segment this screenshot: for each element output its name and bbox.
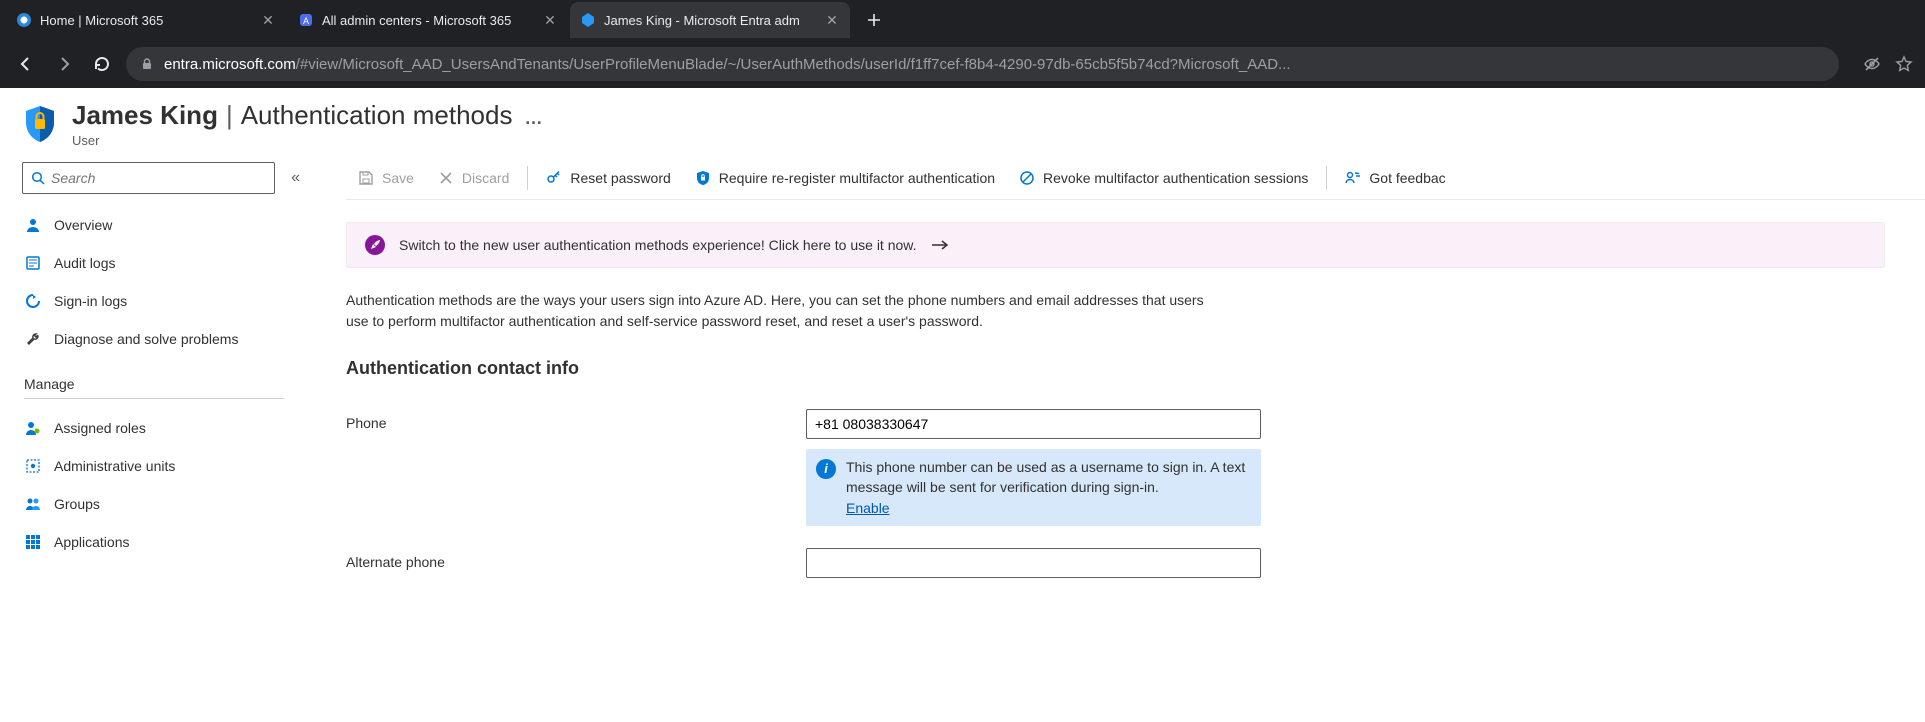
new-experience-banner[interactable]: Switch to the new user authentication me… [346, 222, 1885, 268]
page-title: James King | Authentication methods … [72, 100, 543, 131]
save-button: Save [346, 156, 426, 200]
log-icon [24, 255, 42, 271]
wrench-icon [24, 331, 42, 347]
key-icon [546, 170, 562, 186]
browser-tab-active[interactable]: James King - Microsoft Entra adm ✕ [570, 2, 850, 38]
sidebar-item-groups[interactable]: Groups [22, 485, 300, 523]
discard-icon [438, 170, 454, 186]
browser-address-bar: entra.microsoft.com/#view/Microsoft_AAD_… [0, 40, 1925, 88]
close-icon[interactable]: ✕ [824, 12, 840, 28]
tab-title: James King - Microsoft Entra adm [604, 13, 818, 28]
sidebar-item-label: Groups [54, 496, 100, 512]
rocket-icon [365, 235, 385, 255]
browser-chrome: Home | Microsoft 365 ✕ A All admin cente… [0, 0, 1925, 88]
divider [527, 166, 528, 190]
divider [1326, 166, 1327, 190]
signin-icon [24, 293, 42, 309]
close-icon[interactable]: ✕ [260, 12, 276, 28]
shield-icon [22, 104, 58, 144]
page-header: James King | Authentication methods … Us… [0, 88, 1925, 156]
shield-lock-icon [695, 170, 711, 186]
sidebar-item-diagnose[interactable]: Diagnose and solve problems [22, 320, 300, 358]
sidebar-item-label: Administrative units [54, 458, 175, 474]
enable-link[interactable]: Enable [846, 500, 890, 516]
phone-label: Phone [346, 409, 806, 431]
discard-button: Discard [426, 156, 521, 200]
sidebar-item-label: Overview [54, 217, 112, 233]
star-icon[interactable] [1895, 55, 1913, 73]
sidebar-item-assigned-roles[interactable]: Assigned roles [22, 409, 300, 447]
search-input[interactable] [22, 162, 275, 194]
sidebar-item-label: Assigned roles [54, 420, 146, 436]
arrow-right-icon [931, 239, 949, 251]
close-icon[interactable]: ✕ [542, 12, 558, 28]
info-icon: i [816, 459, 836, 479]
sidebar-item-signin-logs[interactable]: Sign-in logs [22, 282, 300, 320]
more-icon[interactable]: … [524, 108, 543, 129]
url-text: entra.microsoft.com/#view/Microsoft_AAD_… [164, 56, 1291, 73]
alt-phone-input[interactable] [806, 548, 1261, 578]
sidebar-item-audit-logs[interactable]: Audit logs [22, 244, 300, 282]
role-icon [24, 420, 42, 436]
back-button[interactable] [12, 50, 40, 78]
search-icon [31, 171, 45, 185]
form-row-alt-phone: Alternate phone [346, 548, 1925, 578]
revoke-icon [1019, 170, 1035, 186]
callout-text: This phone number can be used as a usern… [846, 459, 1245, 495]
sidebar-item-applications[interactable]: Applications [22, 523, 300, 561]
form-row-phone: Phone i This phone number can be used as… [346, 409, 1925, 526]
browser-tabs-bar: Home | Microsoft 365 ✕ A All admin cente… [0, 0, 1925, 40]
revoke-sessions-button[interactable]: Revoke multifactor authentication sessio… [1007, 156, 1320, 200]
apps-icon [24, 534, 42, 550]
sidebar-group-manage: Manage [24, 376, 284, 399]
feedback-icon [1345, 170, 1361, 186]
browser-tab[interactable]: A All admin centers - Microsoft 365 ✕ [288, 2, 568, 38]
tab-title: Home | Microsoft 365 [40, 13, 254, 28]
sidebar-item-overview[interactable]: Overview [22, 206, 300, 244]
user-icon [24, 217, 42, 233]
sidebar: « Overview Audit logs Sign-in logs [0, 156, 300, 640]
new-tab-button[interactable] [860, 6, 888, 34]
phone-input[interactable] [806, 409, 1261, 439]
sidebar-item-label: Audit logs [54, 255, 115, 271]
groups-icon [24, 496, 42, 512]
require-reregister-button[interactable]: Require re-register multifactor authenti… [683, 156, 1007, 200]
tab-title: All admin centers - Microsoft 365 [322, 13, 536, 28]
address-actions [1863, 55, 1913, 73]
reload-button[interactable] [88, 50, 116, 78]
units-icon [24, 458, 42, 474]
sidebar-item-admin-units[interactable]: Administrative units [22, 447, 300, 485]
browser-tab[interactable]: Home | Microsoft 365 ✕ [6, 2, 286, 38]
command-bar: Save Discard Reset password [346, 156, 1925, 200]
main-content: Save Discard Reset password [300, 156, 1925, 640]
lock-icon [140, 57, 154, 71]
banner-text: Switch to the new user authentication me… [399, 237, 917, 253]
collapse-sidebar-icon[interactable]: « [291, 169, 300, 187]
page-subtitle: User [72, 133, 543, 148]
phone-info-callout: i This phone number can be used as a use… [806, 449, 1261, 526]
page-content: James King | Authentication methods … Us… [0, 88, 1925, 640]
save-icon [358, 170, 374, 186]
reset-password-button[interactable]: Reset password [534, 156, 682, 200]
address-field[interactable]: entra.microsoft.com/#view/Microsoft_AAD_… [126, 47, 1839, 81]
sidebar-item-label: Diagnose and solve problems [54, 331, 238, 347]
alt-phone-label: Alternate phone [346, 548, 806, 570]
description-text: Authentication methods are the ways your… [346, 290, 1226, 332]
feedback-button[interactable]: Got feedbac [1333, 156, 1457, 200]
eye-off-icon[interactable] [1863, 55, 1881, 73]
sidebar-item-label: Sign-in logs [54, 293, 127, 309]
section-title: Authentication contact info [346, 358, 1925, 379]
svg-text:A: A [303, 16, 309, 26]
m365-favicon [16, 12, 32, 28]
forward-button[interactable] [50, 50, 78, 78]
sidebar-item-label: Applications [54, 534, 130, 550]
admin-favicon: A [298, 12, 314, 28]
entra-favicon [580, 12, 596, 28]
